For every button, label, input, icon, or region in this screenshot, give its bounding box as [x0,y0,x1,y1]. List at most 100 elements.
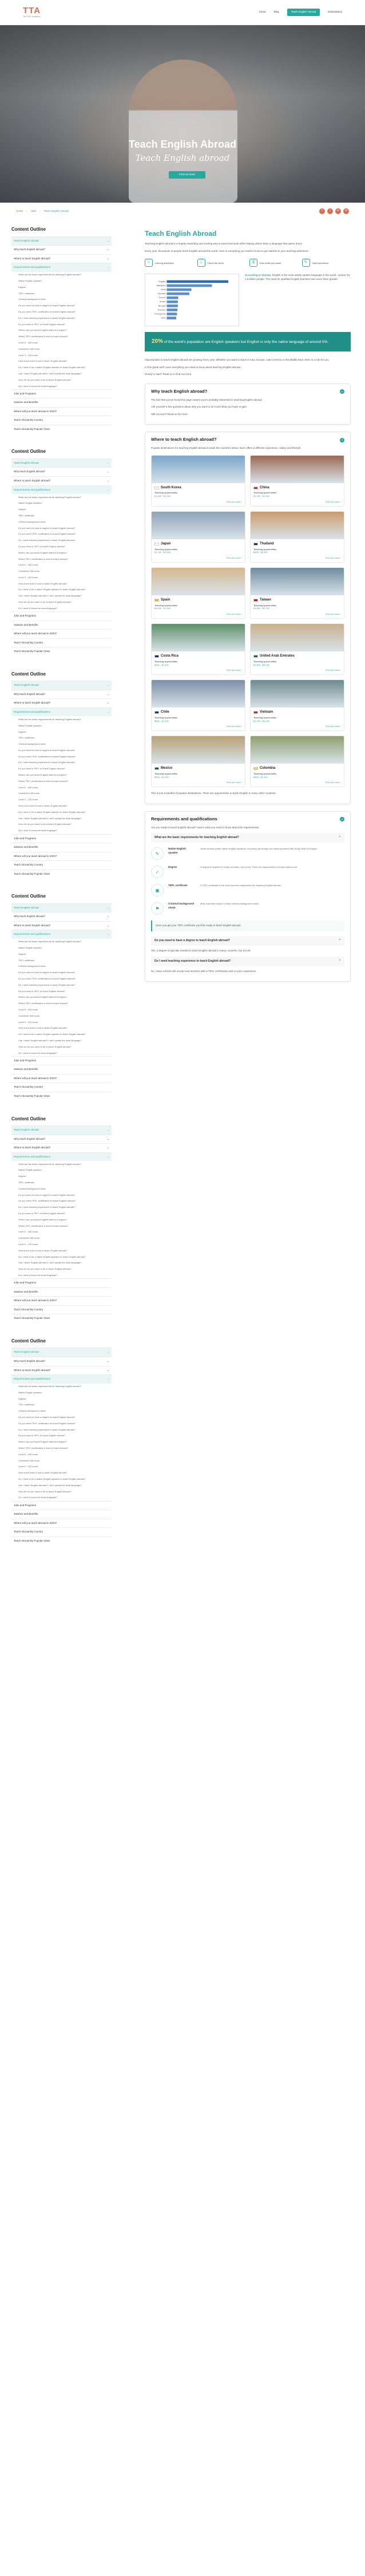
outline-subsection-link[interactable]: What are the basic requirements for teac… [11,939,112,945]
country-card[interactable]: Thailand Teaching opportunities $800 - $1,… [250,511,344,563]
outline-subsection-link[interactable]: What are the basic requirements for teac… [11,1384,112,1390]
country-card[interactable]: United Arab Emirates Teaching opportuniti… [250,623,344,675]
outline-section-link[interactable]: Salaries and Benefits [11,620,112,630]
outline-subsection-link[interactable]: Degree [11,1396,112,1402]
outline-subsection-link[interactable]: Do you need TEFL certification to teach … [11,309,112,315]
outline-section-link[interactable]: Where will you teach abroad in 2023? [11,1296,112,1305]
find-out-more-link[interactable]: Find out more › [154,500,242,504]
outline-subsection-link[interactable]: Do I need to be a native English speaker… [11,809,112,815]
find-out-more-link[interactable]: Find out more › [253,613,341,616]
outline-subsection-link[interactable]: Do you need a TEFL to teach English abro… [11,543,112,550]
outline-section-link[interactable]: Teach English Abroad ⌄ [11,458,112,468]
outline-section-link[interactable]: Teach Abroad By Popular Cities [11,424,112,434]
faq-question[interactable]: Do I need teaching experience to teach E… [151,956,344,966]
outline-subsection-link[interactable]: Native English speaker [11,722,112,729]
outline-subsection-link[interactable]: Degree [11,507,112,513]
outline-section-link[interactable]: Salaries and Benefits [11,1065,112,1074]
outline-section-link[interactable]: Why teach English abroad? ⌄ [11,689,112,699]
outline-section-link[interactable]: Teach Abroad By Popular Cities [11,1314,112,1323]
outline-subsection-link[interactable]: How much does it cost to teach English a… [11,580,112,587]
outline-subsection-link[interactable]: Do I need to be a native English speaker… [11,1476,112,1482]
outline-section-link[interactable]: Teach English Abroad ⌄ [11,236,112,246]
outline-subsection-link[interactable]: Can I teach English abroad if I don't sp… [11,815,112,821]
outline-subsection-link[interactable]: Do I need to be a native English speaker… [11,365,112,371]
outline-subsection-link[interactable]: Do I need teaching experience to teach E… [11,982,112,988]
outline-subsection-link[interactable]: Degree [11,729,112,735]
outline-subsection-link[interactable]: Do you need a TEFL to teach English abro… [11,988,112,994]
outline-subsection-link[interactable]: Do you need TEFL certification to teach … [11,531,112,538]
outline-subsection-link[interactable]: How old do you have to be to teach Engli… [11,1488,112,1495]
outline-subsection-link[interactable]: Do you need TEFL certification to teach … [11,1198,112,1204]
outline-section-link[interactable]: Why teach English abroad? ⌄ [11,245,112,254]
outline-subsection-link[interactable]: Do I need teaching experience to teach E… [11,538,112,544]
requirements-header[interactable]: Requirements and qualifications ⌄ [151,816,344,823]
country-card[interactable]: South Korea Teaching opportunities $1,600 … [151,455,245,507]
outline-section-link[interactable]: Teach English Abroad ⌄ [11,1125,112,1135]
twitter-share-icon[interactable]: t [327,208,333,214]
outline-section-link[interactable]: Where will you teach abroad in 2023? [11,406,112,416]
outline-subsection-link[interactable]: Do you need a TEFL to teach English abro… [11,766,112,772]
find-out-more-link[interactable]: Find out more › [253,781,341,784]
outline-subsection-link[interactable]: Criminal background check [11,963,112,970]
linkedin-share-icon[interactable]: in [335,208,341,214]
outline-section-link[interactable]: Where will you teach abroad in 2023? [11,1073,112,1083]
outline-subsection-link[interactable]: Do you need to have a degree to teach En… [11,303,112,309]
outline-section-link[interactable]: Requirements and qualifications ⌄ [11,707,112,717]
outline-subsection-link[interactable]: Degree [11,284,112,290]
outline-section-link[interactable]: Teach English Abroad ⌄ [11,681,112,690]
outline-section-link[interactable]: Why teach English abroad? ⌄ [11,467,112,476]
nav-item-destinations[interactable]: Destinations [328,10,342,14]
outline-subsection-link[interactable]: What are the basic requirements for teac… [11,1161,112,1167]
outline-section-link[interactable]: Teach Abroad By Popular Cities [11,1091,112,1101]
outline-section-link[interactable]: Requirements and qualifications ⌄ [11,930,112,939]
outline-section-link[interactable]: Where to teach English abroad? ⌄ [11,254,112,263]
outline-subsection-link[interactable]: Combined 168 hours [11,791,112,797]
outline-subsection-link[interactable]: How much does it cost to teach English a… [11,1247,112,1254]
outline-section-link[interactable]: Salaries and Benefits [11,843,112,852]
outline-subsection-link[interactable]: Degree [11,1174,112,1180]
outline-subsection-link[interactable]: Where can you teach English without a de… [11,550,112,556]
find-out-more-link[interactable]: Find out more › [154,613,242,616]
outline-subsection-link[interactable]: Level 5 - 180 hours [11,1229,112,1235]
outline-subsection-link[interactable]: Do I need to know the local language? [11,828,112,834]
outline-section-link[interactable]: Teach Abroad By Country [11,1082,112,1092]
outline-subsection-link[interactable]: Do I need to know the local language? [11,1050,112,1056]
outline-subsection-link[interactable]: How old do you have to be to teach Engli… [11,1044,112,1050]
outline-subsection-link[interactable]: Do I need to know the local language? [11,1273,112,1279]
facebook-share-icon[interactable]: f [319,208,325,214]
outline-subsection-link[interactable]: Level 3 - 120 hours [11,797,112,803]
outline-section-link[interactable]: Teach Abroad By Popular Cities [11,869,112,879]
outline-section-link[interactable]: Requirements and qualifications ⌄ [11,263,112,272]
outline-section-link[interactable]: Teach Abroad By Country [11,1305,112,1314]
outline-subsection-link[interactable]: Which TEFL certification is best to teac… [11,778,112,784]
outline-subsection-link[interactable]: Do I need to be a native English speaker… [11,587,112,593]
outline-subsection-link[interactable]: Criminal background check [11,741,112,748]
outline-subsection-link[interactable]: Which TEFL certification is best to teac… [11,1001,112,1007]
outline-subsection-link[interactable]: How much does it cost to teach English a… [11,1470,112,1476]
outline-subsection-link[interactable]: Where can you teach English without a de… [11,1439,112,1445]
outline-subsection-link[interactable]: TEFL certificate [11,290,112,297]
outline-subsection-link[interactable]: Combined 168 hours [11,1013,112,1019]
outline-section-link[interactable]: Where will you teach abroad in 2023? [11,1518,112,1528]
outline-section-link[interactable]: Jobs and Programs [11,833,112,843]
outline-subsection-link[interactable]: Combined 168 hours [11,1457,112,1464]
find-out-more-link[interactable]: Find out more › [253,500,341,504]
country-card[interactable]: Mexico Teaching opportunities $500 - $1,00… [151,736,245,788]
outline-subsection-link[interactable]: TEFL certificate [11,1402,112,1408]
nav-item-blog[interactable]: Blog [274,10,279,14]
outline-section-link[interactable]: Teach Abroad By Country [11,860,112,870]
outline-subsection-link[interactable]: Do I need to know the local language? [11,605,112,611]
outline-section-link[interactable]: Teach Abroad By Country [11,1527,112,1536]
outline-section-link[interactable]: Where will you teach abroad in 2023? [11,851,112,861]
outline-subsection-link[interactable]: Where can you teach English without a de… [11,994,112,1001]
outline-subsection-link[interactable]: What are the basic requirements for teac… [11,272,112,278]
outline-subsection-link[interactable]: How old do you have to be to teach Engli… [11,1266,112,1273]
email-share-icon[interactable]: ✉ [343,208,349,214]
outline-subsection-link[interactable]: Do you need to have a degree to teach En… [11,747,112,753]
outline-subsection-link[interactable]: Do you need to have a degree to teach En… [11,970,112,976]
hero-cta-button[interactable]: Find out more [169,171,205,179]
outline-subsection-link[interactable]: Do I need teaching experience to teach E… [11,1427,112,1433]
outline-subsection-link[interactable]: Level 5 - 180 hours [11,339,112,346]
outline-subsection-link[interactable]: Do you need TEFL certification to teach … [11,976,112,982]
find-out-more-link[interactable]: Find out more › [253,669,341,672]
